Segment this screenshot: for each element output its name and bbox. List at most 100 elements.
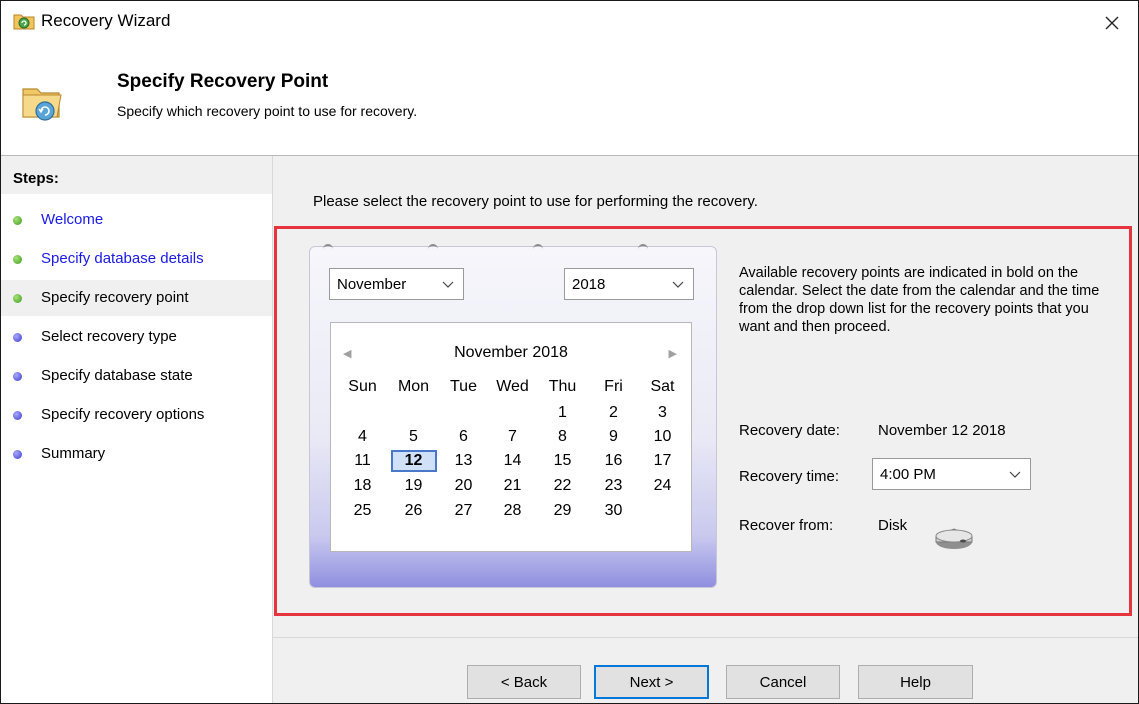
calendar-day[interactable]: 20 [438, 476, 489, 496]
month-dropdown-value: November [337, 276, 407, 293]
step-complete-icon [13, 216, 22, 225]
day-of-week-label: Sat [650, 378, 675, 395]
main-panel: Please select the recovery point to use … [273, 156, 1138, 703]
step-summary: Summary [1, 436, 272, 472]
calendar-day[interactable]: 25 [337, 501, 388, 521]
ring-decoration [638, 244, 648, 252]
step-specify-recovery-options: Specify recovery options [1, 397, 272, 433]
steps-header: Steps: [1, 156, 272, 194]
calendar-day[interactable]: 19 [388, 476, 439, 496]
day-of-week-label: Thu [548, 378, 577, 395]
info-text: Available recovery points are indicated … [739, 265, 1100, 335]
calendar-day[interactable]: 16 [588, 451, 639, 471]
next-button[interactable]: Next > [594, 665, 709, 699]
footer-divider [273, 637, 1138, 638]
page-subtitle: Specify which recovery point to use for … [117, 103, 418, 119]
step-label: Summary [41, 445, 106, 462]
recover-from-label: Recover from: [739, 517, 834, 534]
step-label: Specify recovery options [41, 406, 205, 423]
calendar-day-selected[interactable]: 12 [388, 451, 439, 471]
calendar-grid: ◀ November 2018 ▶ Sun Mon Tue Wed Thu Fri Sat … [330, 322, 692, 552]
step-current-icon [13, 294, 22, 303]
step-pending-icon [13, 372, 22, 381]
step-label: Select recovery type [41, 328, 177, 345]
calendar-day[interactable]: 14 [487, 451, 538, 471]
calendar-day[interactable]: 9 [588, 427, 639, 447]
calendar-day[interactable]: 5 [388, 427, 439, 447]
year-dropdown-value: 2018 [572, 276, 606, 293]
recovery-app-icon [13, 14, 35, 30]
recovery-time-value: 4:00 PM [880, 466, 936, 483]
calendar-day[interactable]: 7 [487, 427, 538, 447]
recover-from-value: Disk [878, 517, 908, 534]
step-specify-database-details[interactable]: Specify database details [1, 241, 272, 277]
step-select-recovery-type: Select recovery type [1, 319, 272, 355]
calendar-day[interactable]: 21 [487, 476, 538, 496]
calendar-day[interactable]: 18 [337, 476, 388, 496]
calendar-month-title: November 2018 [454, 344, 568, 361]
ring-decoration [428, 244, 438, 252]
cancel-button[interactable]: Cancel [726, 665, 840, 699]
recovery-folder-icon [22, 88, 62, 121]
day-of-week-label: Tue [450, 378, 477, 395]
calendar-day[interactable]: 27 [438, 501, 489, 521]
calendar-rings [323, 244, 663, 252]
recovery-wizard-window: Recovery Wizard Specify Recovery Point S… [0, 0, 1139, 704]
month-dropdown[interactable]: November [329, 268, 464, 300]
step-welcome[interactable]: Welcome [1, 202, 272, 238]
close-button[interactable] [1092, 3, 1132, 43]
disk-icon [935, 528, 973, 549]
calendar-day[interactable]: 6 [438, 427, 489, 447]
step-pending-icon [13, 411, 22, 420]
step-label: Specify database state [41, 367, 193, 384]
calendar-day[interactable]: 11 [337, 451, 388, 471]
calendar-day[interactable]: 22 [537, 476, 588, 496]
step-complete-icon [13, 255, 22, 264]
step-pending-icon [13, 450, 22, 459]
recovery-date-label: Recovery date: [739, 422, 840, 439]
calendar-day[interactable]: 28 [487, 501, 538, 521]
recovery-time-label: Recovery time: [739, 468, 840, 485]
calendar-day[interactable]: 15 [537, 451, 588, 471]
day-of-week-label: Sun [348, 378, 377, 395]
steps-title: Steps: [13, 170, 59, 187]
chevron-down-icon [1009, 471, 1021, 478]
chevron-down-icon [442, 281, 454, 288]
steps-sidebar: Steps: Welcome Specify database details … [1, 156, 273, 703]
step-specify-recovery-point: Specify recovery point [1, 280, 272, 316]
close-icon [1105, 16, 1119, 30]
calendar-day[interactable]: 29 [537, 501, 588, 521]
calendar-day[interactable]: 1 [537, 403, 588, 423]
chevron-down-icon [672, 281, 684, 288]
day-of-week-label: Mon [397, 378, 430, 395]
calendar-day[interactable]: 24 [637, 476, 688, 496]
ring-decoration [533, 244, 543, 252]
day-of-week-label: Wed [496, 378, 529, 395]
calendar-day[interactable]: 4 [337, 427, 388, 447]
calendar-day[interactable]: 13 [438, 451, 489, 471]
step-label: Specify database details [41, 250, 204, 267]
next-month-icon[interactable]: ▶ [669, 347, 677, 360]
page-title: Specify Recovery Point [117, 71, 329, 92]
calendar-day[interactable]: 3 [637, 403, 688, 423]
calendar-day[interactable]: 23 [588, 476, 639, 496]
instruction-text: Please select the recovery point to use … [313, 193, 758, 210]
ring-decoration [323, 244, 333, 252]
recovery-time-dropdown[interactable]: 4:00 PM [872, 458, 1031, 490]
year-dropdown[interactable]: 2018 [564, 268, 694, 300]
calendar-day[interactable]: 26 [388, 501, 439, 521]
calendar-day[interactable]: 8 [537, 427, 588, 447]
recovery-date-value: November 12 2018 [878, 422, 1006, 439]
help-button[interactable]: Help [858, 665, 973, 699]
calendar-day[interactable]: 17 [637, 451, 688, 471]
step-pending-icon [13, 333, 22, 342]
calendar-day[interactable]: 10 [637, 427, 688, 447]
day-of-week-label: Fri [604, 378, 623, 395]
step-label: Specify recovery point [41, 289, 189, 306]
step-label: Welcome [41, 211, 104, 228]
calendar-day[interactable]: 2 [588, 403, 639, 423]
back-button[interactable]: < Back [467, 665, 581, 699]
calendar-day[interactable]: 30 [588, 501, 639, 521]
title-bar: Recovery Wizard [1, 1, 1138, 45]
step-specify-database-state: Specify database state [1, 358, 272, 394]
